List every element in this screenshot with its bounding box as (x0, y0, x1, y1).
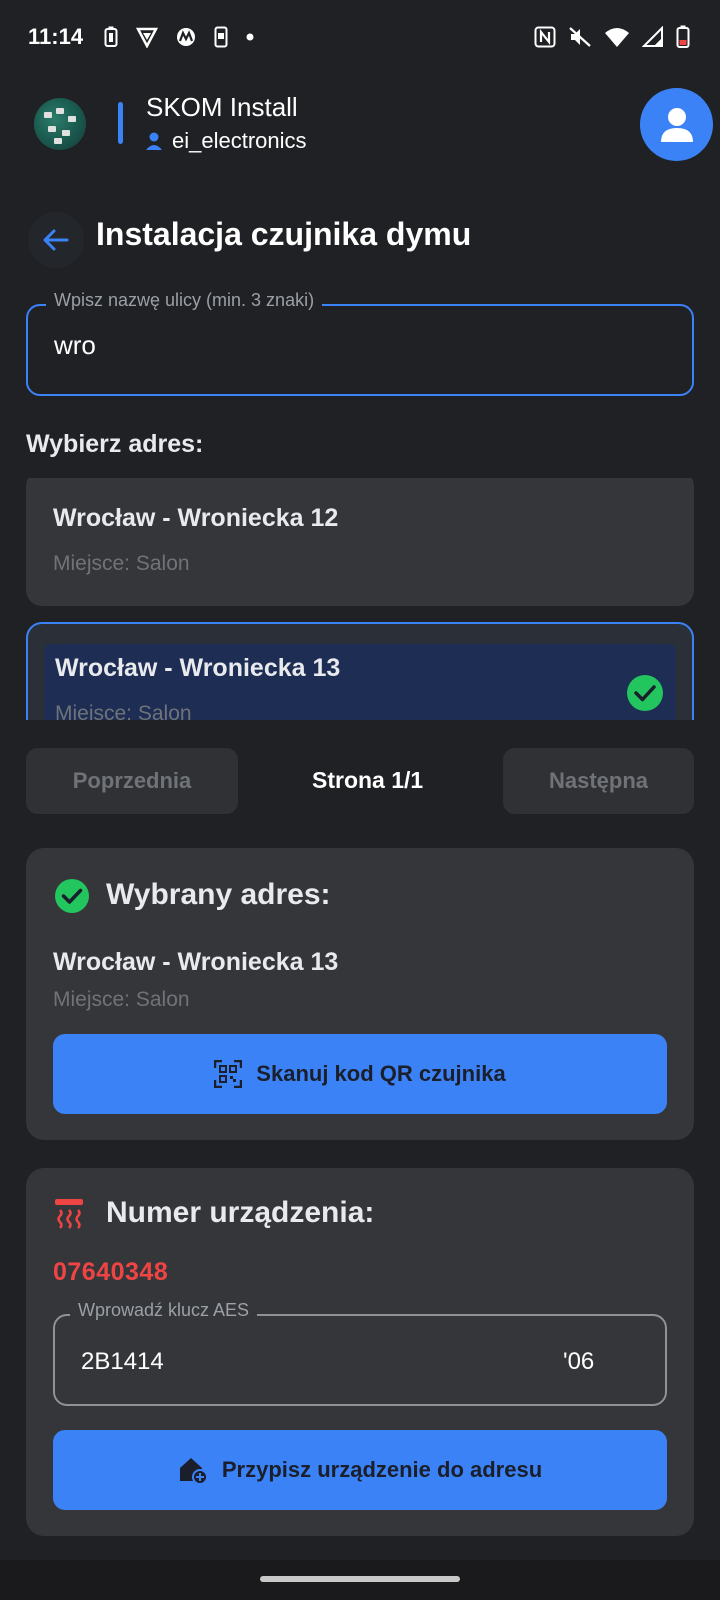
check-circle-icon (55, 879, 89, 913)
battery-saver-icon (104, 26, 118, 47)
battery-icon (676, 25, 690, 48)
address-item-place: Miejsce: Salon (55, 702, 192, 720)
user-icon (660, 107, 693, 142)
user-line: ei_electronics (146, 128, 307, 154)
selected-address-card: Wybrany adres: Wrocław - Wroniecka 13 Mi… (26, 848, 694, 1140)
scan-qr-label: Skanuj kod QR czujnika (256, 1061, 506, 1086)
aes-key-field[interactable]: 2B1414 '06 (53, 1314, 667, 1406)
nfc-icon (534, 26, 556, 48)
qr-scan-icon (214, 1060, 243, 1088)
wifi-icon (605, 28, 629, 47)
address-list-item[interactable]: Wrocław - Wroniecka 12 Miejsce: Salon (26, 478, 694, 606)
address-item-name: Wrocław - Wroniecka 12 (53, 504, 339, 532)
user-small-icon (146, 132, 162, 150)
app-title: SKOM Install (146, 92, 298, 122)
vpn-shield-icon (136, 27, 158, 48)
street-search-input[interactable] (54, 330, 654, 361)
selected-address-place: Miejsce: Salon (53, 988, 190, 1011)
address-item-name: Wrocław - Wroniecka 13 (55, 654, 341, 682)
address-item-place: Miejsce: Salon (53, 552, 190, 575)
assign-device-label: Przypisz urządzenie do adresu (221, 1457, 543, 1482)
device-heading: Numer urządzenia: (106, 1196, 375, 1229)
address-list[interactable]: Wrocław - Wroniecka 12 Miejsce: Salon Wr… (26, 478, 694, 720)
notification-dot-icon (246, 33, 254, 41)
street-search-field[interactable] (26, 304, 694, 396)
street-search-label: Wpisz nazwę ulicy (min. 3 znaki) (46, 290, 323, 311)
mute-icon (569, 27, 591, 47)
status-left-icons (104, 26, 254, 48)
arrow-left-icon (43, 229, 69, 251)
header-divider (118, 102, 123, 144)
username: ei_electronics (172, 128, 307, 153)
profile-button[interactable] (640, 88, 713, 161)
address-list-item-selected[interactable]: Wrocław - Wroniecka 13 Miejsce: Salon (26, 622, 694, 720)
device-card: Numer urządzenia: 07640348 2B1414 '06 Wp… (26, 1168, 694, 1536)
status-right-icons (534, 25, 690, 49)
selected-address-name: Wrocław - Wroniecka 13 (53, 948, 339, 976)
prev-page-button[interactable]: Poprzednia (26, 748, 238, 814)
signal-icon (642, 26, 663, 47)
home-gesture-handle[interactable] (260, 1576, 460, 1582)
home-add-icon (179, 1458, 208, 1485)
app-logo (34, 98, 86, 150)
selected-address-heading: Wybrany adres: (106, 878, 331, 911)
assign-device-button[interactable]: Przypisz urządzenie do adresu (53, 1430, 667, 1510)
aes-key-value-start: 2B1414 (81, 1348, 164, 1375)
aes-key-label: Wprowadź klucz AES (70, 1300, 258, 1321)
page-title: Instalacja czujnika dymu (96, 216, 472, 252)
device-number: 07640348 (53, 1258, 169, 1286)
status-bar: 11:14 (0, 0, 720, 76)
status-time: 11:14 (28, 24, 84, 49)
smoke-detector-icon (55, 1199, 83, 1229)
address-list-heading: Wybierz adres: (26, 430, 204, 458)
back-button[interactable] (28, 212, 84, 268)
next-page-button[interactable]: Następna (503, 748, 694, 814)
page-indicator: Strona 1/1 (312, 767, 424, 793)
motorola-icon (177, 28, 195, 46)
check-circle-icon (627, 675, 663, 711)
aes-key-value-end: '06 (563, 1348, 595, 1375)
scan-qr-button[interactable]: Skanuj kod QR czujnika (53, 1034, 667, 1114)
phone-icon (214, 26, 228, 48)
